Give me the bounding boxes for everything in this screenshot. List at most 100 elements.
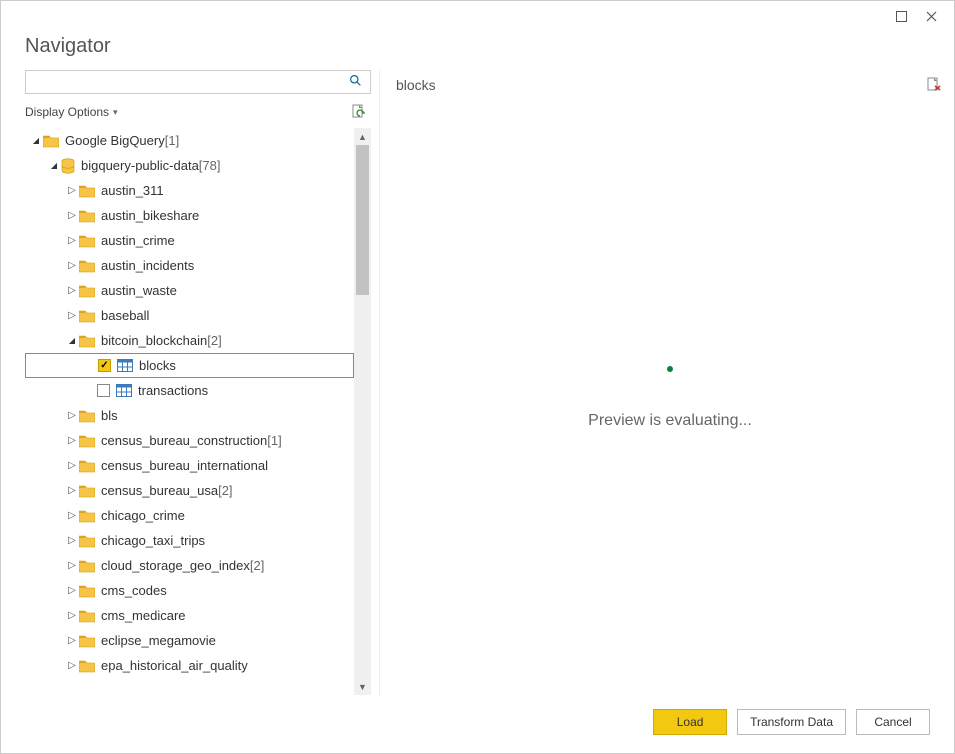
tree-node-dataset[interactable]: ▷ eclipse_megamovie [25,628,354,653]
tree-node-dataset[interactable]: ▷cloud_storage_geo_index [2] [25,553,354,578]
expand-icon[interactable]: ▷ [65,560,79,571]
expand-icon[interactable]: ▷ [65,660,79,671]
tree-node-dataset[interactable]: ▷ census_bureau_international [25,453,354,478]
tree-node-dataset[interactable]: ◢ bitcoin_blockchain [2] [25,328,354,353]
tree-node-label: austin_bikeshare [101,208,199,223]
tree-node-root[interactable]: ◢Google BigQuery [1] [25,128,354,153]
folder-icon [79,234,95,248]
tree-node-dataset[interactable]: ▷census_bureau_construction [1] [25,428,354,453]
expand-icon[interactable]: ▷ [65,485,79,496]
folder-icon [79,409,95,423]
tree-node-count: [1] [267,433,281,448]
tree-node-label: cms_codes [101,583,167,598]
scroll-up-arrow[interactable]: ▲ [354,128,371,145]
tree-node-dataset[interactable]: ▷cms_medicare [25,603,354,628]
tree-node-label: baseball [101,308,149,323]
folder-icon [79,459,95,473]
preview-status-text: Preview is evaluating... [588,412,752,430]
folder-icon [79,559,95,573]
tree-node-label: austin_311 [101,183,164,198]
collapse-icon[interactable]: ◢ [29,136,43,145]
tree-node-label: chicago_taxi_trips [101,533,205,548]
folder-icon [79,284,95,298]
folder-icon [43,134,59,148]
clear-preview-button[interactable] [924,75,944,95]
tree-node-label: transactions [138,383,208,398]
display-options-dropdown[interactable]: Display Options ▾ [25,105,118,119]
tree-node-label: census_bureau_international [101,458,268,473]
tree-node-count: [2] [207,333,221,348]
preview-pane: blocks Preview is evaluating... [380,70,944,695]
expand-icon[interactable]: ▷ [65,310,79,321]
close-button[interactable] [916,5,946,27]
tree-node-dataset[interactable]: ▷ austin_incidents [25,253,354,278]
scroll-down-arrow[interactable]: ▼ [354,678,371,695]
tree-node-label: bitcoin_blockchain [101,333,207,348]
tree-node-label: eclipse_megamovie [101,633,216,648]
tree-node-label: austin_incidents [101,258,194,273]
expand-icon[interactable]: ▷ [65,235,79,246]
table-icon [116,384,132,397]
load-button[interactable]: Load [653,709,727,735]
tree-node-label: chicago_crime [101,508,185,523]
tree-node-dataset[interactable]: ▷ cms_codes [25,578,354,603]
folder-icon [79,534,95,548]
tree-node-label: bls [101,408,118,423]
expand-icon[interactable]: ▷ [65,585,79,596]
search-icon[interactable] [345,74,366,90]
expand-icon[interactable]: ▷ [65,285,79,296]
restore-button[interactable] [886,5,916,27]
chevron-down-icon: ▾ [113,107,118,118]
expand-icon[interactable]: ▷ [65,260,79,271]
scroll-thumb[interactable] [356,145,369,295]
search-box[interactable] [25,70,371,94]
folder-icon [79,434,95,448]
expand-icon[interactable]: ▷ [65,510,79,521]
tree-node-project[interactable]: ◢bigquery-public-data [78] [25,153,354,178]
scrollbar[interactable]: ▲ ▼ [354,128,371,695]
expand-icon[interactable]: ▷ [65,410,79,421]
tree-node-table[interactable]: ✓ blocks [25,353,354,378]
expand-icon[interactable]: ▷ [65,635,79,646]
transform-data-button[interactable]: Transform Data [737,709,846,735]
tree-node-dataset[interactable]: ▷ austin_311 [25,178,354,203]
tree-node-count: [1] [165,133,179,148]
folder-icon [79,509,95,523]
collapse-icon[interactable]: ◢ [47,161,61,170]
expand-icon[interactable]: ▷ [65,210,79,221]
expand-icon[interactable]: ▷ [65,185,79,196]
expand-icon[interactable]: ▷ [65,535,79,546]
tree-node-dataset[interactable]: ▷epa_historical_air_quality [25,653,354,678]
cancel-button[interactable]: Cancel [856,709,930,735]
refresh-button[interactable] [349,102,369,122]
tree-node-dataset[interactable]: ▷austin_crime [25,228,354,253]
tree-node-dataset[interactable]: ▷ bls [25,403,354,428]
tree-node-label: austin_waste [101,283,177,298]
scroll-track[interactable] [354,145,371,678]
dialog-header: Navigator [1,31,954,70]
navigator-tree[interactable]: ◢Google BigQuery [1]◢bigquery-public-dat… [25,128,354,695]
tree-node-count: [78] [199,158,221,173]
folder-icon [79,259,95,273]
tree-node-label: blocks [139,358,176,373]
checkbox[interactable]: ✓ [98,359,111,372]
tree-node-table[interactable]: transactions [25,378,354,403]
expand-icon[interactable]: ▷ [65,610,79,621]
tree-node-dataset[interactable]: ▷ austin_bikeshare [25,203,354,228]
expand-icon[interactable]: ▷ [65,460,79,471]
search-input[interactable] [30,74,345,91]
tree-node-dataset[interactable]: ▷ baseball [25,303,354,328]
expand-icon[interactable]: ▷ [65,435,79,446]
collapse-icon[interactable]: ◢ [65,336,79,345]
titlebar [1,1,954,31]
folder-icon [79,634,95,648]
tree-node-dataset[interactable]: ▷ chicago_taxi_trips [25,528,354,553]
tree-node-dataset[interactable]: ▷ austin_waste [25,278,354,303]
folder-icon [79,184,95,198]
preview-title: blocks [396,77,436,93]
tree-node-count: [2] [218,483,232,498]
tree-node-dataset[interactable]: ▷census_bureau_usa [2] [25,478,354,503]
folder-icon [79,584,95,598]
tree-node-dataset[interactable]: ▷ chicago_crime [25,503,354,528]
checkbox[interactable] [97,384,110,397]
